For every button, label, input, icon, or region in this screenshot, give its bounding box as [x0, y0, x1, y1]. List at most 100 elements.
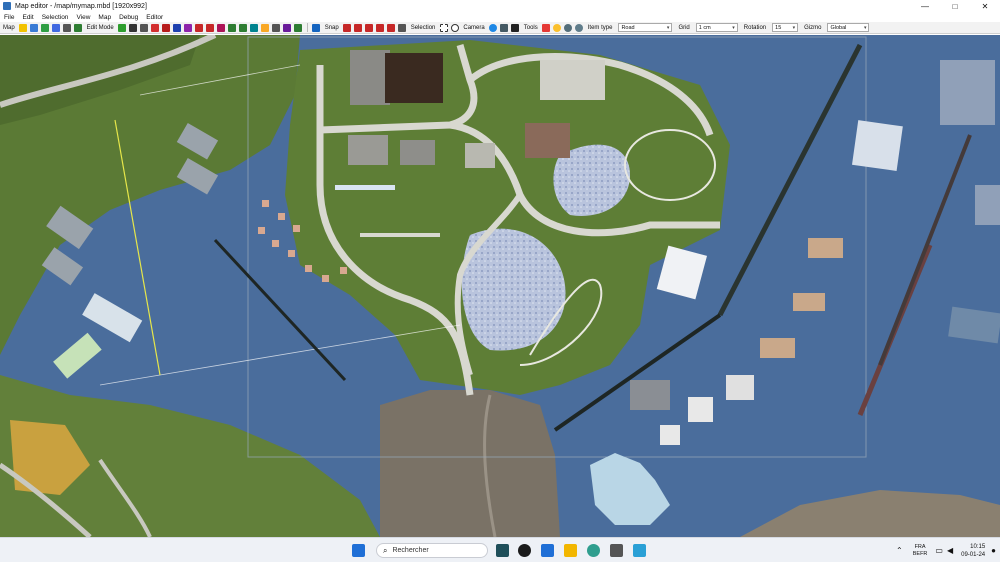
item-type-select[interactable]: Road ▾ [618, 23, 673, 32]
volume-icon[interactable]: ◀ [947, 546, 953, 555]
curve-right-icon[interactable] [239, 23, 248, 32]
close-button[interactable]: ✕ [970, 0, 1000, 12]
map-editor-taskbar-icon[interactable] [610, 544, 623, 557]
floating-building[interactable] [940, 60, 995, 125]
delete-icon[interactable] [151, 23, 160, 32]
menu-editor[interactable]: Editor [142, 14, 167, 21]
floating-building[interactable] [726, 375, 754, 400]
pause-icon[interactable] [511, 23, 520, 32]
rotation-select[interactable]: 15 ▾ [772, 23, 799, 32]
open-icon[interactable] [41, 23, 50, 32]
floating-building[interactable] [808, 238, 843, 258]
menu-map[interactable]: Map [94, 14, 115, 21]
arrow-right-icon[interactable] [129, 23, 138, 32]
settings-icon[interactable] [564, 23, 573, 32]
palette-icon[interactable] [184, 23, 193, 32]
house-marker[interactable] [340, 267, 347, 274]
building[interactable] [400, 140, 435, 165]
house-marker[interactable] [305, 265, 312, 272]
network-icon[interactable]: ▭ [935, 546, 943, 555]
map-viewport[interactable] [0, 35, 1000, 537]
house-marker[interactable] [322, 275, 329, 282]
gizmo-select[interactable]: Global ▾ [827, 23, 870, 32]
snap-angle-icon[interactable] [387, 23, 396, 32]
mail-icon[interactable] [541, 544, 554, 557]
rect-select-icon[interactable] [439, 23, 448, 32]
app-icon [3, 2, 11, 10]
house-marker[interactable] [262, 200, 269, 207]
floating-building[interactable] [852, 120, 903, 171]
house-marker[interactable] [258, 227, 265, 234]
floating-building[interactable] [688, 397, 713, 422]
search-icon[interactable] [575, 23, 584, 32]
save-icon[interactable] [52, 23, 61, 32]
menu-edit[interactable]: Edit [18, 14, 37, 21]
menu-selection[interactable]: Selection [38, 14, 73, 21]
app-icon[interactable] [518, 544, 531, 557]
floating-building[interactable] [793, 293, 825, 311]
snap-grid-icon[interactable] [376, 23, 385, 32]
building[interactable] [348, 135, 388, 165]
language-indicator[interactable]: FRA BEFR [913, 544, 928, 558]
app-icon[interactable] [633, 544, 646, 557]
floating-building[interactable] [760, 338, 795, 358]
swap-icon[interactable] [140, 23, 149, 32]
house-marker[interactable] [288, 250, 295, 257]
start-menu-icon[interactable] [352, 544, 365, 557]
export-icon[interactable] [63, 23, 72, 32]
folder-icon[interactable] [564, 544, 577, 557]
speaker-icon[interactable] [312, 23, 321, 32]
building-roof-dark[interactable] [385, 53, 443, 103]
sun-icon[interactable] [553, 23, 562, 32]
house-marker[interactable] [278, 213, 285, 220]
tool-grid-icon[interactable] [542, 23, 551, 32]
new-icon[interactable] [30, 23, 39, 32]
menu-debug[interactable]: Debug [115, 14, 142, 21]
browser-icon[interactable] [587, 544, 600, 557]
lasso-select-icon[interactable] [450, 23, 459, 32]
star-icon[interactable] [19, 23, 28, 32]
snap-mode-icon[interactable] [398, 23, 407, 32]
help-icon[interactable] [173, 23, 182, 32]
building[interactable] [465, 143, 495, 168]
object-icon[interactable] [283, 23, 292, 32]
map-scene[interactable] [0, 35, 1000, 537]
maximize-button[interactable]: □ [940, 0, 970, 12]
measure-icon[interactable] [261, 23, 270, 32]
taskbar-search[interactable]: ⌕ Rechercher [376, 543, 488, 558]
notification-icon[interactable]: ● [991, 546, 996, 555]
globe-icon[interactable] [489, 23, 498, 32]
play-icon[interactable] [74, 23, 83, 32]
house-marker[interactable] [293, 225, 300, 232]
floating-building[interactable] [660, 425, 680, 445]
rotate-icon[interactable] [162, 23, 171, 32]
add-icon[interactable] [118, 23, 127, 32]
menu-view[interactable]: View [72, 14, 94, 21]
floating-building[interactable] [630, 380, 670, 410]
flag-icon[interactable] [195, 23, 204, 32]
chevron-up-icon[interactable]: ⌃ [896, 546, 903, 555]
app-icon[interactable] [496, 544, 509, 557]
pin-icon[interactable] [206, 23, 215, 32]
floating-building[interactable] [975, 185, 1000, 225]
camera-top-icon[interactable] [500, 23, 509, 32]
bridge[interactable] [335, 185, 395, 190]
menu-file[interactable]: File [0, 14, 18, 21]
curve-left-icon[interactable] [228, 23, 237, 32]
grid-select[interactable]: 1 cm ▾ [695, 23, 738, 32]
edit-mode-label[interactable]: Edit Mode [84, 25, 117, 31]
building-warehouse[interactable] [540, 60, 605, 100]
terrain-icon[interactable] [272, 23, 281, 32]
tree-icon[interactable] [294, 23, 303, 32]
minimize-button[interactable]: — [910, 0, 940, 12]
marker-icon[interactable] [217, 23, 226, 32]
clock[interactable]: 10:15 09-01-24 [961, 543, 985, 559]
snap-point-icon[interactable] [343, 23, 352, 32]
building-brick[interactable] [525, 123, 570, 158]
snap-magnet-icon[interactable] [365, 23, 374, 32]
house-marker[interactable] [272, 240, 279, 247]
building[interactable] [350, 50, 390, 105]
snap-edge-icon[interactable] [354, 23, 363, 32]
search-placeholder: Rechercher [392, 547, 429, 554]
loop-icon[interactable] [250, 23, 259, 32]
